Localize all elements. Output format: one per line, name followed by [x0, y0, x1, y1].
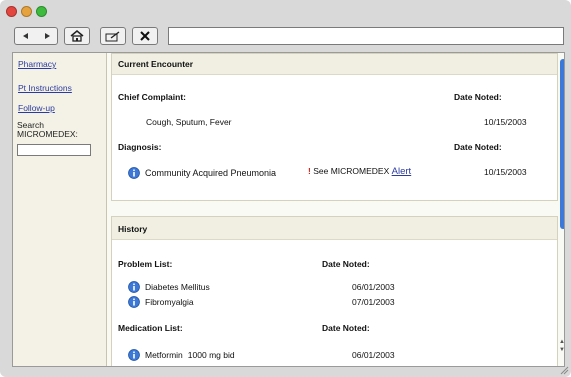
- medication-date-label: Date Noted:: [322, 323, 370, 333]
- triangle-left-icon[interactable]: [22, 32, 30, 40]
- chief-complaint-value: Cough, Sputum, Fever: [146, 117, 232, 127]
- history-title: History: [112, 217, 557, 240]
- main-panel: Current Encounter Chief Complaint: Date …: [107, 53, 564, 366]
- close-icon: [140, 31, 150, 41]
- zoom-window-button[interactable]: [36, 6, 47, 17]
- stop-button[interactable]: [132, 27, 158, 45]
- chief-complaint-date-label: Date Noted:: [454, 92, 502, 102]
- edit-button[interactable]: [100, 27, 126, 45]
- page-content: Pharmacy Pt Instructions Follow-up Searc…: [12, 52, 565, 367]
- medication-dose: 1000 mg bid: [187, 350, 235, 360]
- vertical-scrollbar[interactable]: [560, 59, 564, 229]
- info-icon[interactable]: [128, 281, 140, 293]
- micromedex-text: See MICROMEDEX: [313, 166, 390, 176]
- problem-row: Diabetes Mellitus: [128, 281, 210, 293]
- problem-date-label: Date Noted:: [322, 259, 370, 269]
- encounter-title: Current Encounter: [112, 54, 557, 75]
- back-forward-buttons[interactable]: [14, 27, 58, 45]
- medication-list-label: Medication List:: [118, 323, 183, 333]
- info-icon[interactable]: [128, 167, 140, 179]
- medication-name: Metformin: [145, 350, 183, 360]
- diagnosis-date: 10/15/2003: [484, 167, 527, 177]
- chief-complaint-date: 10/15/2003: [484, 117, 527, 127]
- micromedex-search-input[interactable]: [17, 143, 91, 156]
- pencil-icon: [105, 31, 120, 42]
- problem-name: Diabetes Mellitus: [145, 282, 210, 292]
- window-controls: [6, 6, 47, 17]
- history-section: History Problem List: Date Noted: Diabet…: [111, 216, 558, 366]
- info-icon[interactable]: [128, 349, 140, 361]
- sidebar-link-follow-up[interactable]: Follow-up: [18, 103, 102, 113]
- home-button[interactable]: [64, 27, 90, 45]
- problem-name: Fibromyalgia: [145, 297, 194, 307]
- alert-link[interactable]: Alert: [392, 166, 412, 177]
- chief-complaint-label: Chief Complaint:: [118, 92, 186, 102]
- toolbar: [14, 26, 564, 46]
- minimize-window-button[interactable]: [21, 6, 32, 17]
- encounter-section: Current Encounter Chief Complaint: Date …: [111, 53, 558, 201]
- diagnosis-date-label: Date Noted:: [454, 142, 502, 152]
- problem-date: 06/01/2003: [352, 282, 395, 292]
- address-bar[interactable]: [168, 27, 564, 45]
- micromedex-alert: ! See MICROMEDEX Alert: [308, 166, 411, 177]
- scroll-arrows[interactable]: ▲ ▼: [559, 338, 564, 354]
- sidebar: Pharmacy Pt Instructions Follow-up Searc…: [13, 53, 107, 366]
- problem-date: 07/01/2003: [352, 297, 395, 307]
- diagnosis-row: Community Acquired Pneumonia: [128, 167, 276, 179]
- medication-row: Metformin 1000 mg bid: [128, 349, 235, 361]
- browser-window: Pharmacy Pt Instructions Follow-up Searc…: [0, 0, 571, 377]
- resize-grip-icon[interactable]: [559, 365, 569, 375]
- problem-list-label: Problem List:: [118, 259, 173, 269]
- alert-bang: !: [308, 166, 311, 176]
- triangle-right-icon[interactable]: [43, 32, 51, 40]
- info-icon[interactable]: [128, 296, 140, 308]
- medication-date: 06/01/2003: [352, 350, 395, 360]
- sidebar-link-pharmacy[interactable]: Pharmacy: [18, 59, 102, 69]
- search-label-line2: MICROMEDEX:: [17, 129, 78, 139]
- close-window-button[interactable]: [6, 6, 17, 17]
- sidebar-link-pt-instructions[interactable]: Pt Instructions: [18, 83, 102, 93]
- diagnosis-label: Diagnosis:: [118, 142, 162, 152]
- home-icon: [70, 30, 84, 42]
- problem-row: Fibromyalgia: [128, 296, 194, 308]
- diagnosis-value: Community Acquired Pneumonia: [145, 168, 277, 178]
